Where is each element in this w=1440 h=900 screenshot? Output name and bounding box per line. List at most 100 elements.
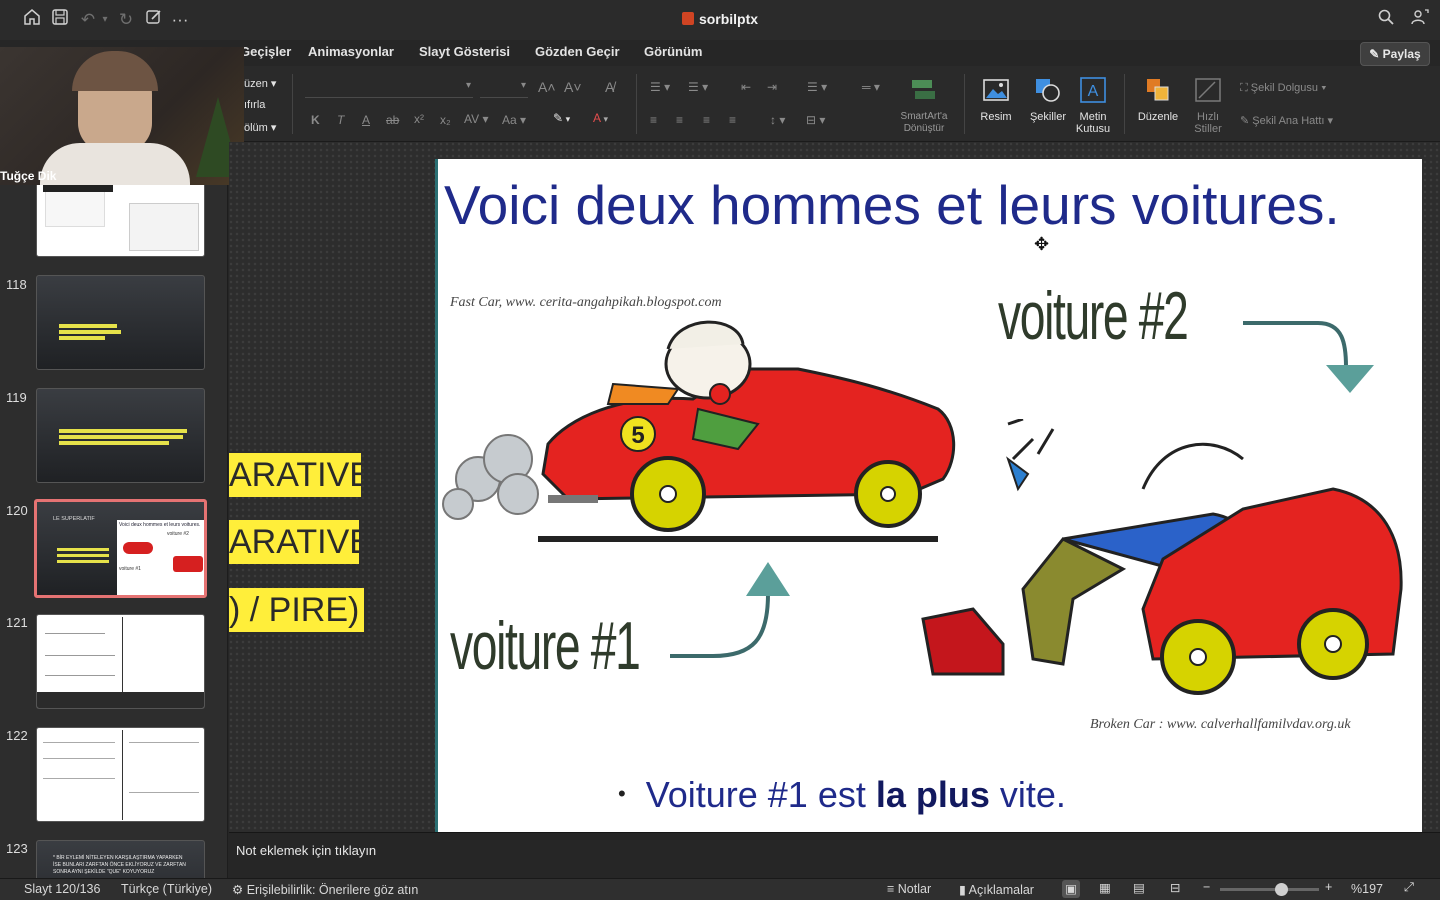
accessibility-status[interactable]: ⚙ Erişilebilirlik: Önerilere göz atın [232,882,418,897]
shape-fill-button[interactable]: ⛶ Şekil Dolgusu ▾ [1240,82,1326,95]
decrease-indent-icon[interactable]: ⇤ [741,80,751,94]
thumbnail-divider [122,730,123,820]
columns-icon[interactable]: ═ ▾ [862,80,880,94]
notes-icon: ≡ [887,882,898,896]
slide-thumbnail-pane[interactable]: 118 119 120 LE SUPERLATIF Voici deux hom… [0,142,228,878]
arrow-up-right-icon [670,562,790,658]
font-color-icon[interactable]: A ▾ [593,111,608,125]
slideshow-icon[interactable]: ⊟ [1170,880,1180,895]
align-center-icon[interactable]: ≡ [676,113,683,127]
slide-sorter-icon[interactable]: ▦ [1099,880,1111,895]
thumbnail-divider [122,617,123,692]
arrange-button[interactable]: Düzenle [1132,76,1184,123]
slide-title[interactable]: Voici deux hommes et leurs voitures. [444,173,1340,237]
convert-smartart-button[interactable]: SmartArt'a Dönüştür [893,76,955,135]
tab-view[interactable]: Görünüm [644,44,703,59]
participant-video[interactable]: Tuğçe Dik [0,47,244,185]
grow-font-icon[interactable]: A˄ [538,79,556,95]
document-name: sorbilptx [698,11,759,27]
font-family-dropdown[interactable]: ▾ [305,78,473,98]
thumbnail-highlight-line [57,548,109,551]
reading-view-icon[interactable]: ▤ [1133,880,1145,895]
separator [1124,74,1125,134]
zoom-percentage[interactable]: %197 [1351,882,1383,896]
zoom-slider[interactable] [1220,883,1319,896]
thumbnail-highlight-line [57,554,109,557]
offslide-text-box[interactable]: ARATIVE) [229,453,361,497]
notes-toggle[interactable]: ≡ Notlar [887,882,931,896]
change-case-icon[interactable]: Aa ▾ [502,113,526,127]
comments-icon: ▮ [959,883,969,897]
character-spacing-icon[interactable]: AV ▾ [464,112,488,126]
notes-placeholder: Not eklemek için tıklayın [236,843,377,858]
align-text-icon[interactable]: ⊟ ▾ [806,113,825,127]
quick-styles-label: Hızlı Stiller [1194,111,1222,135]
align-right-icon[interactable]: ≡ [703,113,710,127]
tab-slide-show[interactable]: Slayt Gösterisi [419,44,510,59]
normal-view-icon[interactable]: ▣ [1062,880,1080,898]
slide-thumbnail-117[interactable] [36,182,205,257]
pen-icon: ✎ [1240,115,1253,127]
zoom-out-button[interactable]: − [1203,880,1210,894]
slide-thumbnail-120-selected[interactable]: LE SUPERLATIF Voici deux hommes et leurs… [34,499,207,598]
picture-button[interactable]: Resim [972,76,1020,123]
slide-thumbnail-119[interactable] [36,388,205,483]
highlight-icon[interactable]: ✎ ▾ [553,111,570,125]
subscript-icon[interactable]: x₂ [440,113,451,127]
shape-outline-button[interactable]: ✎ Şekil Ana Hattı ▾ [1240,114,1333,127]
layout-button[interactable]: üzen ▾ [244,77,276,90]
thumbnail-text-line [45,633,105,634]
text-direction-icon[interactable]: ↕ ▾ [770,113,785,127]
quick-styles-button[interactable]: Hızlı Stiller [1186,76,1230,135]
font-size-dropdown[interactable]: ▾ [480,78,528,98]
comments-toggle[interactable]: ▮ Açıklamalar [959,882,1034,897]
thumbnail-text: * BİR EYLEMİ NİTELEYEN KARŞILAŞTIRMA YAP… [53,855,186,875]
tab-transitions[interactable]: Geçişler [240,44,291,59]
tab-review[interactable]: Gözden Geçir [535,44,620,59]
search-icon[interactable] [1374,8,1398,32]
slide-bullet[interactable]: • Voiture #1 est la plus vite. [618,774,1066,816]
clear-format-icon[interactable]: A̸ [605,79,614,95]
reset-button[interactable]: ıfırla [244,99,265,111]
participant-name: Tuğçe Dik [0,169,57,183]
bold-icon[interactable]: K [311,113,320,127]
shrink-font-icon[interactable]: A˅ [564,79,582,95]
superscript-icon[interactable]: x² [414,112,424,126]
participant-sweater [40,143,190,185]
italic-icon[interactable]: T [337,113,344,127]
share-people-icon[interactable] [1408,8,1432,32]
bullets-icon[interactable]: ☰ ▾ [650,80,670,94]
zoom-slider-handle[interactable] [1275,883,1289,896]
current-slide[interactable]: Voici deux hommes et leurs voitures. Fas… [435,159,1422,849]
strikethrough-icon[interactable]: ab [386,113,399,127]
numbering-icon[interactable]: ☰ ▾ [688,80,708,94]
bullet-dot: • [618,781,626,806]
slide-thumbnail-122[interactable] [36,727,205,822]
shapes-button[interactable]: Şekiller [1024,76,1072,123]
fit-to-window-icon[interactable]: ⤢ [1404,880,1414,895]
increase-indent-icon[interactable]: ⇥ [767,80,777,94]
tab-animations[interactable]: Animasyonlar [308,44,394,59]
justify-icon[interactable]: ≡ [729,113,736,127]
slide-thumbnail-118[interactable] [36,275,205,370]
align-left-icon[interactable]: ≡ [650,113,657,127]
underline-icon[interactable]: A [362,113,370,127]
offslide-text-box[interactable]: ) / PIRE) [229,588,364,632]
textbox-icon: A [1080,77,1106,103]
status-bar: Slayt 120/136 Türkçe (Türkiye) ⚙ Erişile… [0,878,1440,900]
slide-thumbnail-121[interactable] [36,614,205,709]
picture-icon [983,79,1009,101]
share-button[interactable]: ✎ Paylaş [1360,42,1430,66]
section-button[interactable]: ölüm ▾ [244,121,276,134]
voiture-2-label: voiture #2 [998,278,1189,354]
textbox-button[interactable]: A Metin Kutusu [1072,76,1114,135]
line-spacing-icon[interactable]: ☰ ▾ [807,80,827,94]
shapes-icon [1036,79,1060,102]
slide-thumbnail-123[interactable]: * BİR EYLEMİ NİTELEYEN KARŞILAŞTIRMA YAP… [36,840,205,878]
notes-pane[interactable]: Not eklemek için tıklayın [229,832,1440,878]
thumbnail-heading: LE SUPERLATIF [53,516,95,522]
zoom-in-button[interactable]: + [1325,880,1332,894]
language-indicator[interactable]: Türkçe (Türkiye) [121,882,212,896]
arrow-down-right-icon [1243,321,1374,393]
offslide-text-box[interactable]: ARATIVE) [229,520,359,564]
